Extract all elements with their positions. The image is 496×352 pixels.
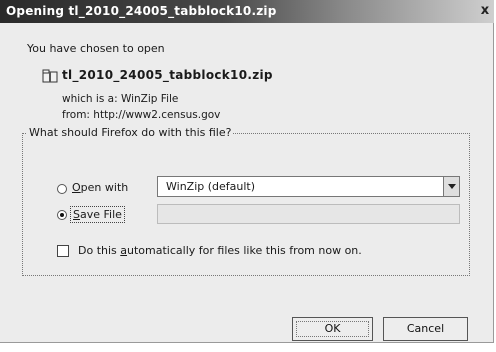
title-bar[interactable]: Opening tl_2010_24005_tabblock10.zip x [0,0,494,23]
window-title: Opening tl_2010_24005_tabblock10.zip [6,4,277,18]
intro-text: You have chosen to open [27,42,165,55]
open-with-accesskey: O [72,181,81,194]
auto-action-label[interactable]: Do this automatically for files like thi… [78,244,362,257]
file-source-label: from: http://www2.census.gov [62,109,221,121]
open-with-radio[interactable] [57,184,67,194]
save-file-label-text: ave File [79,208,122,221]
cancel-button[interactable]: Cancel [383,317,468,341]
ok-button[interactable]: OK [292,317,373,341]
save-file-strip [157,204,460,224]
cancel-button-label: Cancel [406,322,445,335]
save-file-label[interactable]: Save File [70,206,125,223]
file-type-label: which is a: WinZip File [62,93,179,105]
open-with-label[interactable]: Open with [72,181,128,194]
open-with-app-value: WinZip (default) [166,180,256,193]
open-with-app-select[interactable]: WinZip (default) [157,176,460,197]
action-group-legend: What should Firefox do with this file? [27,126,234,139]
close-button[interactable]: x [478,3,492,19]
save-file-accesskey: S [73,208,80,221]
zip-file-icon [42,69,58,83]
auto-action-checkbox[interactable] [57,245,69,257]
auto-action-label-prefix: Do this [78,244,121,257]
file-name: tl_2010_24005_tabblock10.zip [62,68,273,82]
auto-action-accesskey: a [120,244,128,257]
save-file-radio[interactable] [57,210,67,220]
ok-button-focus-ring [296,321,369,337]
open-with-label-text: pen with [80,181,129,194]
auto-action-label-text: utomatically for files like this from no… [127,244,362,257]
download-dialog: Opening tl_2010_24005_tabblock10.zip x Y… [0,0,494,343]
chevron-down-icon[interactable] [443,177,459,196]
